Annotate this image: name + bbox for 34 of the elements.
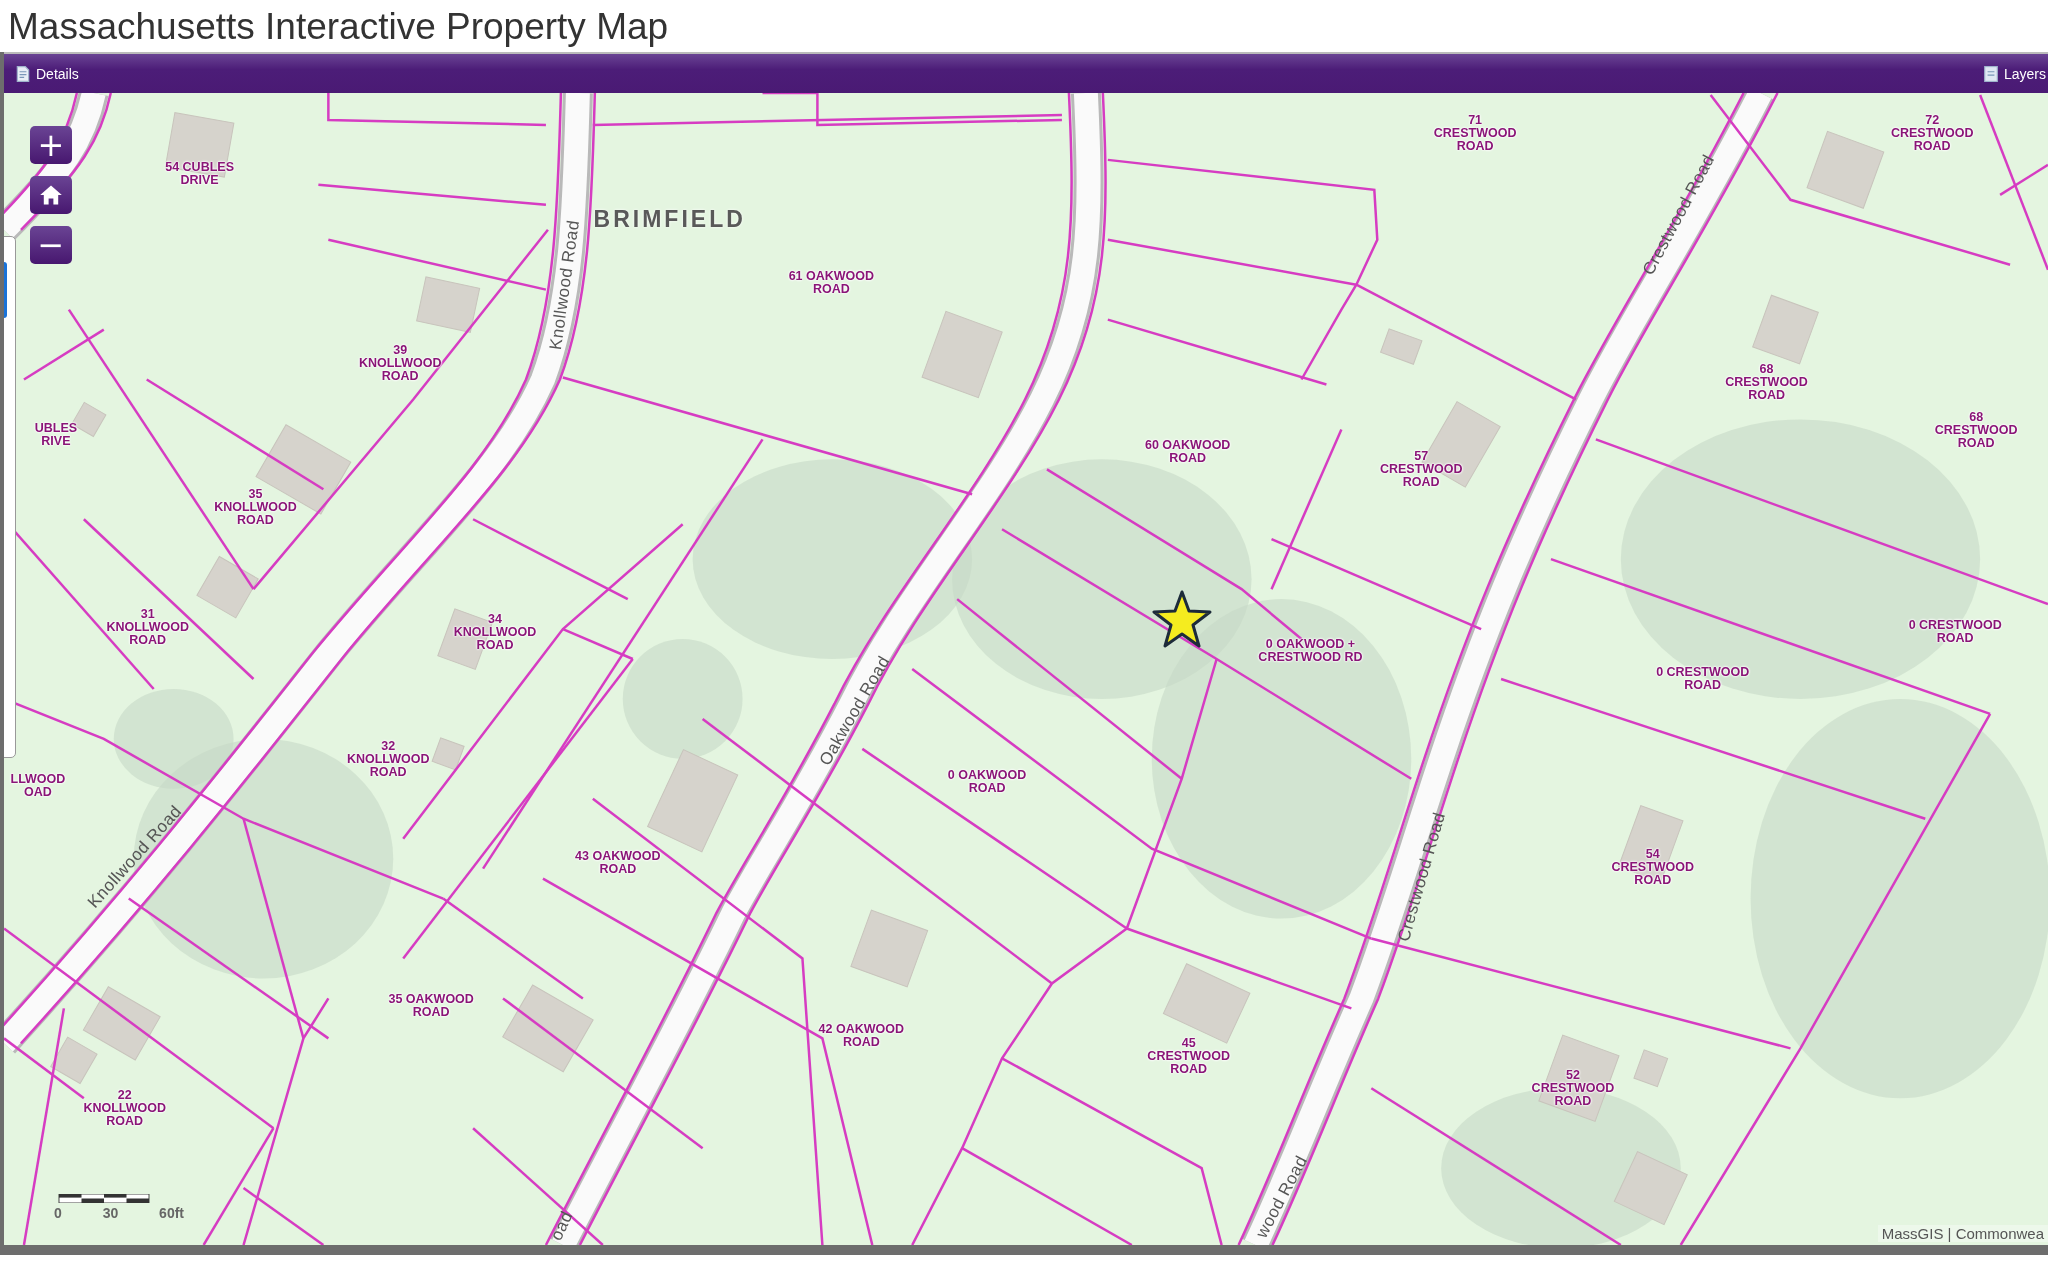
parcel-label: 35 OAKWOOD ROAD — [388, 993, 474, 1020]
parcel-label: 43 OAKWOOD ROAD — [575, 849, 661, 876]
parcel-label: 35 KNOLLWOOD ROAD — [214, 487, 297, 527]
scale-tick-label: 30 — [102, 1205, 119, 1221]
parcel-label: 54 CUBLES DRIVE — [165, 160, 234, 187]
parcel-label: UBLES RIVE — [34, 422, 78, 449]
parcel-label: 60 OAKWOOD ROAD — [1144, 439, 1231, 466]
parcel-label: 0 OAKWOOD ROAD — [947, 768, 1027, 795]
parcel-label: 57 CRESTWOOD ROAD — [1379, 449, 1463, 489]
parcel-label: 72 CRESTWOOD ROAD — [1890, 113, 1974, 153]
parcel-label: 32 KNOLLWOOD ROAD — [346, 739, 430, 779]
parcel-label: 0 CRESTWOOD ROAD — [1656, 665, 1750, 692]
parcel-label: 0 CRESTWOOD ROAD — [1908, 619, 2002, 646]
parcel-label: 71 CRESTWOOD ROAD — [1433, 113, 1517, 153]
parcel-label: 0 OAKWOOD + CRESTWOOD RD — [1258, 638, 1363, 664]
scale-tick-label: 60ft — [159, 1205, 184, 1221]
parcel-label: 34 KNOLLWOOD ROAD — [453, 612, 537, 652]
parcel-label: 42 OAKWOOD ROAD — [818, 1023, 905, 1050]
parcel-label: 52 CRESTWOOD ROAD — [1531, 1068, 1615, 1108]
attribution-text: MassGIS | Commonwea — [1877, 1225, 2048, 1242]
town-label: BRIMFIELD — [593, 205, 746, 233]
parcel-label: 68 CRESTWOOD ROAD — [1934, 410, 2018, 450]
parcel-label: 54 CRESTWOOD ROAD — [1611, 847, 1695, 887]
scale-tick-label: 0 — [54, 1205, 62, 1221]
page-title: Massachusetts Interactive Property Map — [7, 5, 670, 49]
parcel-label: 31 KNOLLWOOD ROAD — [106, 607, 190, 647]
parcel-label: 45 CRESTWOOD ROAD — [1147, 1036, 1230, 1076]
parcel-label: 22 KNOLLWOOD ROAD — [83, 1088, 167, 1128]
road-label: oad — [546, 1208, 578, 1244]
parcel-label: 39 KNOLLWOOD ROAD — [358, 343, 442, 383]
parcel-label: LLWOOD OAD — [10, 772, 66, 799]
road-label: Knollwood Road — [545, 218, 584, 351]
parcel-label: 61 OAKWOOD ROAD — [788, 269, 875, 296]
parcel-label: 68 CRESTWOOD ROAD — [1725, 363, 1808, 402]
